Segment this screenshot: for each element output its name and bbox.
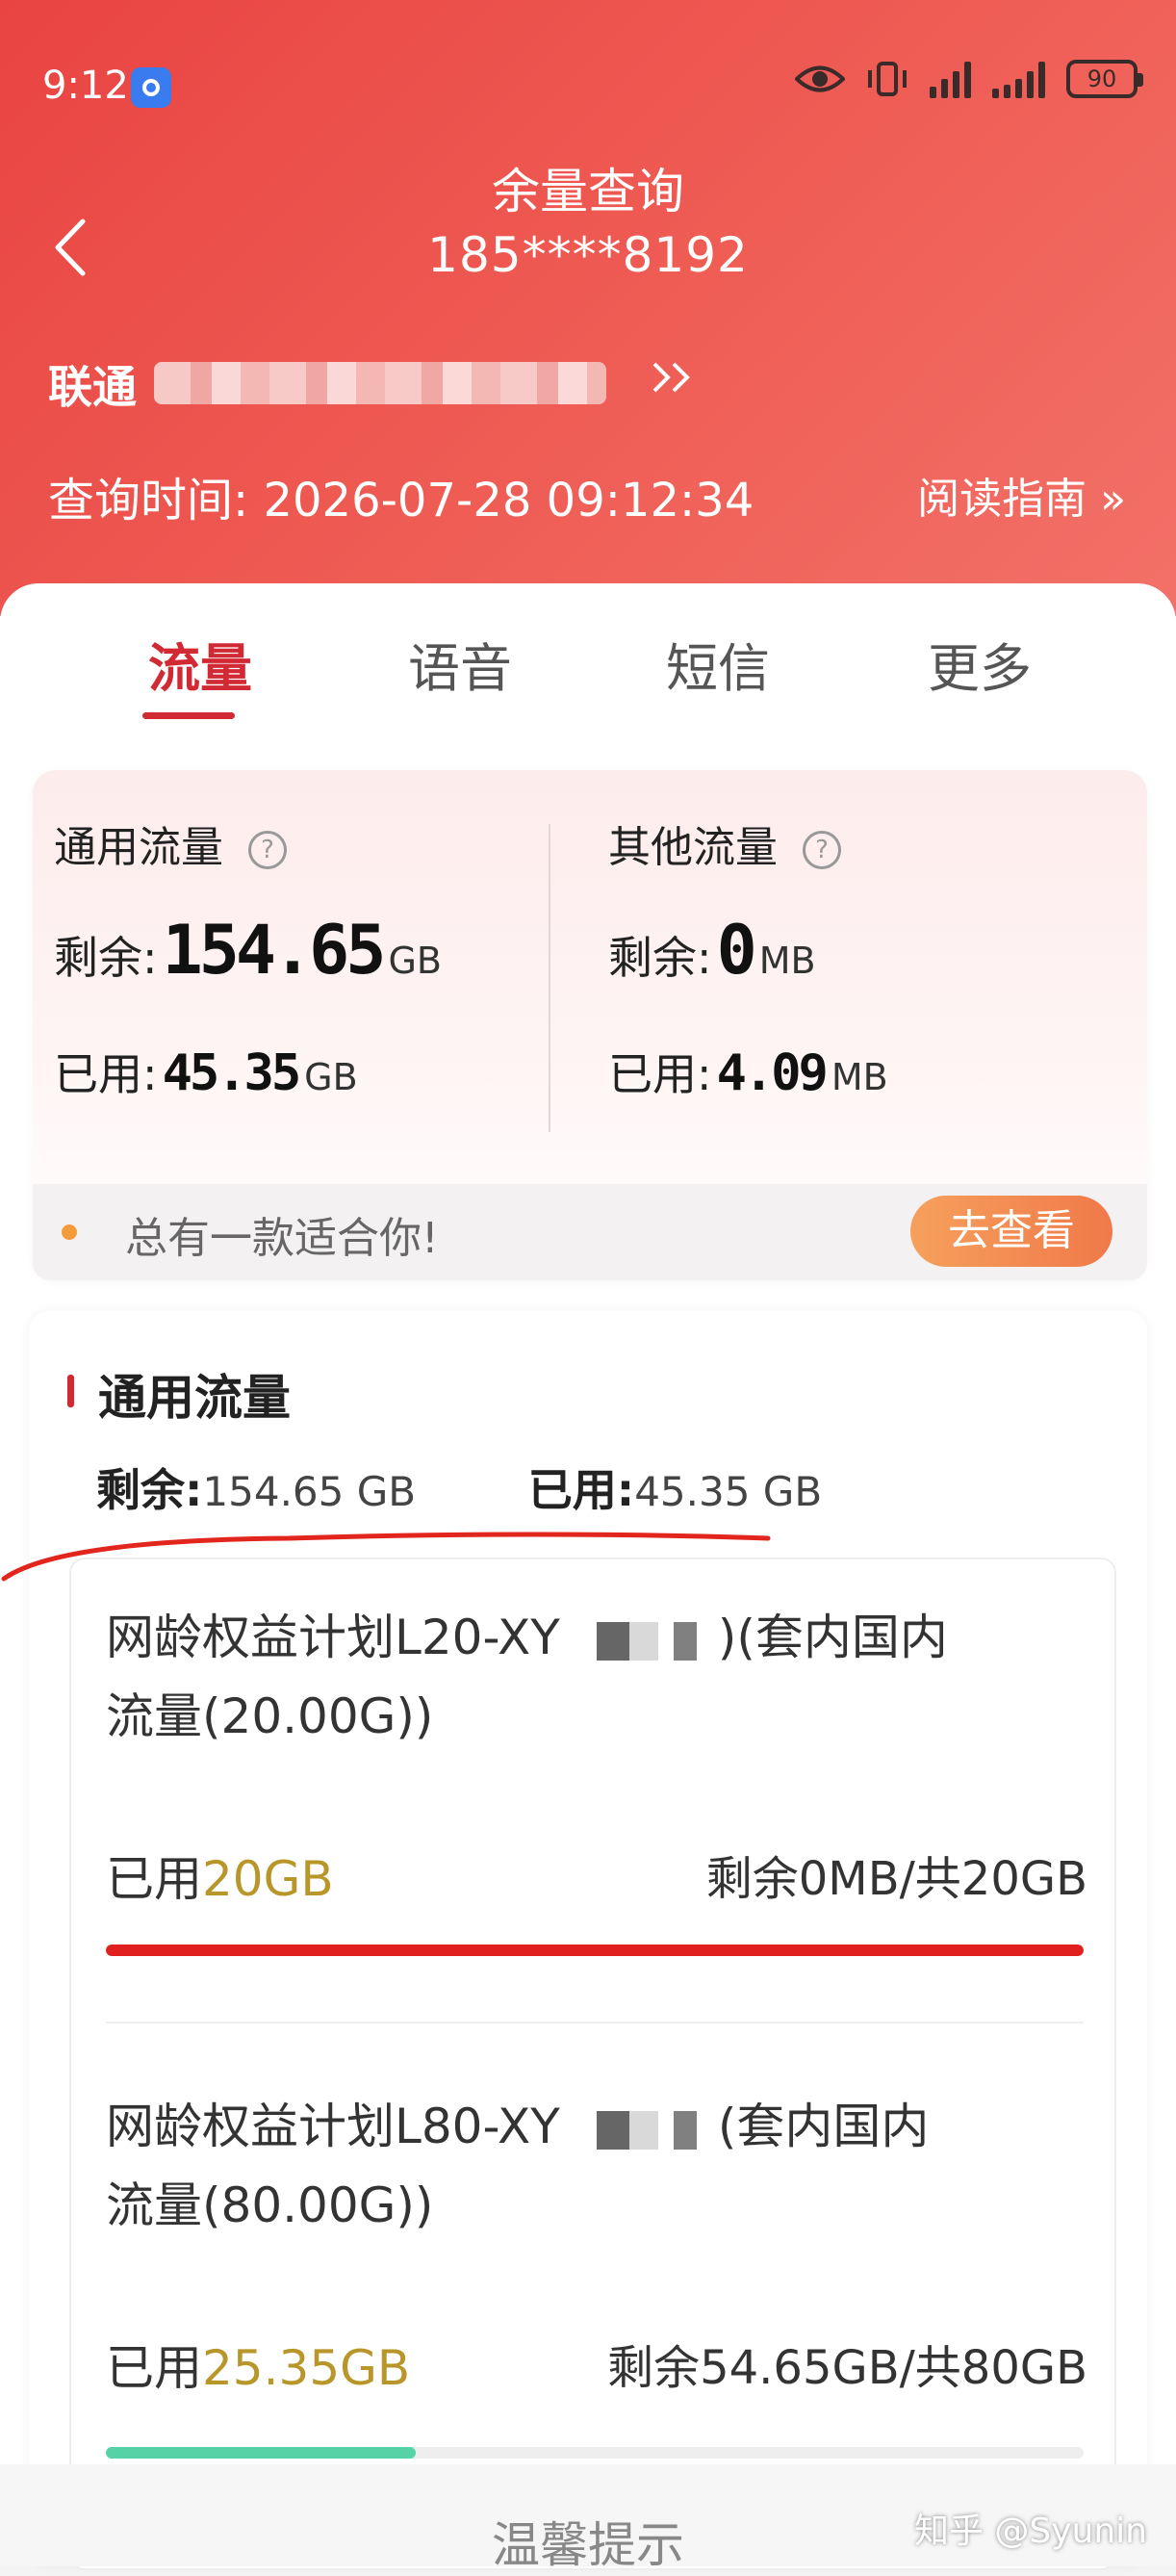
other-data-title: 其他流量? [608, 812, 841, 874]
battery-icon: 90 [1066, 60, 1143, 98]
reading-guide-link[interactable]: 阅读指南 » [917, 464, 1126, 526]
package-name-suffix: )(套内国内 [717, 1610, 948, 1665]
package-name-redacted [580, 1621, 697, 1661]
general-used-label: 已用: [54, 1048, 158, 1100]
package-used-label: 已用 [106, 1851, 202, 1907]
status-bar: 9:12 90 [0, 0, 1176, 173]
vibrate-icon [868, 62, 907, 96]
general-used-value: 45.35 [162, 1044, 302, 1102]
package-progress-fill [106, 2447, 417, 2459]
active-tab-indicator [142, 712, 235, 719]
status-icons: 90 [795, 60, 1143, 98]
header: 9:12 90 余量查询 185****8192 联通 查询时间: 2026-0… [0, 0, 1176, 616]
general-remain-label: 剩余: [54, 932, 158, 984]
other-data-title-text: 其他流量 [608, 823, 778, 872]
package-remain: 剩余54.65GB/共80GB [607, 2341, 1087, 2395]
query-time-value: 2026-07-28 09:12:34 [263, 474, 754, 528]
tab-data[interactable]: 流量 [114, 626, 287, 702]
package-remain: 剩余0MB/共20GB [705, 1852, 1087, 1906]
help-icon[interactable]: ? [248, 831, 287, 869]
general-data-column: 通用流量? 剩余: 154.65 GB 已用: 45.35 GB [33, 770, 549, 1184]
package-used: 已用20GB [106, 1841, 334, 1910]
eye-icon [795, 65, 845, 92]
package-item: 网龄权益计划L20-XY )(套内国内流量(20.00G)) 已用20GB 剩余0… [106, 1598, 1087, 2022]
app-notification-icon [131, 67, 171, 108]
package-name-redacted [580, 2110, 697, 2150]
promo-text: 总有一款适合你! [125, 1214, 439, 1263]
package-name-suffix: (套内国内 [717, 2099, 930, 2154]
double-chevron-icon[interactable] [647, 348, 704, 406]
package-name: 网龄权益计划L20-XY )(套内国内流量(20.00G)) [106, 1598, 1087, 1756]
other-used-value: 4.09 [716, 1044, 829, 1102]
signal-icon-2 [992, 60, 1045, 98]
package-progress-fill [106, 1945, 1084, 1956]
general-used: 已用: 45.35 GB [54, 1040, 358, 1103]
signal-icon [930, 60, 971, 98]
promo-dot-icon [62, 1224, 77, 1240]
carrier-name: 联通 [48, 361, 137, 413]
other-remain: 剩余: 0 MB [608, 911, 816, 990]
package-name-line1: 网龄权益计划L80-XY [106, 2099, 560, 2154]
package-used: 已用25.35GB [106, 2330, 410, 2399]
package-used-label: 已用 [106, 2340, 202, 2396]
tab-more[interactable]: 更多 [893, 626, 1066, 702]
column-divider [549, 824, 550, 1132]
tab-voice[interactable]: 语音 [373, 626, 547, 702]
package-used-value: 25.35GB [202, 2340, 411, 2396]
other-used-label: 已用: [608, 1048, 712, 1100]
other-remain-unit: MB [758, 940, 816, 982]
view-button[interactable]: 去查看 [910, 1196, 1112, 1267]
package-name-line2: 流量(80.00G)) [106, 2177, 434, 2233]
general-data-title: 通用流量? [54, 812, 287, 874]
package-name-line1: 网龄权益计划L20-XY [106, 1610, 560, 1665]
watermark: 知乎 @Syunin [913, 2512, 1147, 2551]
help-icon[interactable]: ? [803, 831, 841, 869]
package-progress-bar [106, 1945, 1084, 1956]
status-time: 9:12 [42, 64, 129, 108]
general-remain-value: 154.65 [162, 911, 387, 990]
general-remain: 剩余: 154.65 GB [54, 911, 442, 990]
package-separator [106, 2022, 1084, 2023]
package-list: 网龄权益计划L20-XY)(套内国内 流量(20.00G)) 已用20GB 剩余0… [69, 1558, 1116, 2570]
tab-sms[interactable]: 短信 [631, 626, 805, 702]
section-marker [67, 1375, 74, 1407]
general-data-title-text: 通用流量 [54, 823, 223, 872]
other-used-unit: MB [831, 1056, 888, 1098]
section-title: 通用流量 [98, 1370, 291, 1426]
package-name: 网龄权益计划L80-XY (套内国内流量(80.00G)) [106, 2087, 1087, 2245]
package-item: 网龄权益计划L80-XY (套内国内流量(80.00G)) 已用25.35GB 剩… [106, 2087, 1087, 2511]
query-time: 查询时间: 2026-07-28 09:12:34 [48, 462, 754, 529]
promo-banner: 总有一款适合你! 去查看 [33, 1184, 1147, 1280]
plan-name-redacted [154, 362, 606, 404]
other-used: 已用: 4.09 MB [608, 1040, 888, 1103]
other-remain-label: 剩余: [608, 932, 712, 984]
package-progress-bar [106, 2447, 1084, 2459]
query-time-label: 查询时间: [48, 474, 249, 528]
page-title: 余量查询 [492, 164, 684, 219]
package-name-line2: 流量(20.00G)) [106, 1688, 434, 1744]
phone-number: 185****8192 [427, 227, 749, 283]
general-used-unit: GB [304, 1056, 358, 1098]
general-remain-unit: GB [388, 940, 442, 982]
other-remain-value: 0 [716, 911, 757, 990]
package-used-value: 20GB [202, 1851, 334, 1907]
other-data-column: 其他流量? 剩余: 0 MB 已用: 4.09 MB [587, 770, 1126, 1184]
